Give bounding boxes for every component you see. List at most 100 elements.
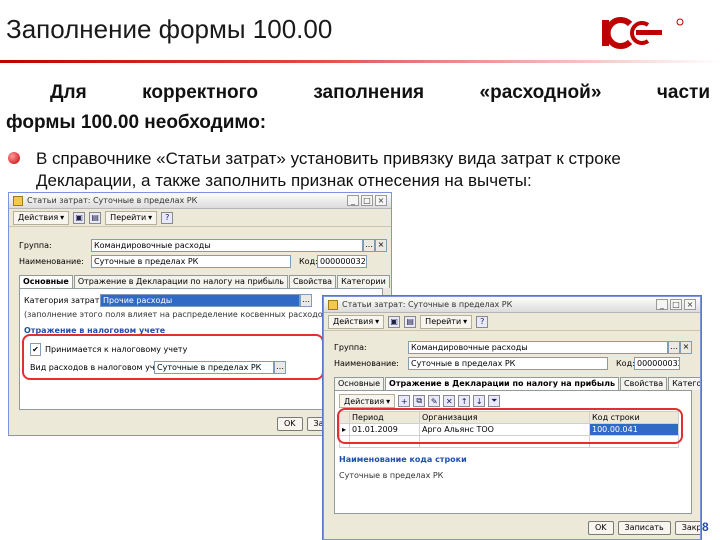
add-row-icon[interactable]: +: [398, 395, 411, 407]
group-label: Группа:: [334, 343, 367, 352]
category-row: Категория затрат: Прочие расходы …: [24, 294, 312, 307]
tab-strip: Основные Отражение в Декларации по налог…: [19, 275, 390, 288]
minimize-icon[interactable]: _: [656, 299, 668, 310]
maximize-icon[interactable]: □: [670, 299, 682, 310]
intro-paragraph: Для корректного заполнения «расходной» ч…: [6, 78, 710, 138]
copy-row-icon[interactable]: ⧉: [413, 395, 426, 407]
tab-panel: Действия ▾ + ⧉ ✎ ✕ ↑ ↓ ⏷ Период Организац…: [334, 390, 692, 514]
goto-menu-button[interactable]: Перейти ▾: [105, 210, 158, 225]
actions-menu-button[interactable]: Действия ▾: [13, 210, 70, 225]
bullet-text: В справочнике «Статьи затрат» установить…: [36, 149, 621, 190]
group-field[interactable]: Командировочные расходы: [408, 341, 668, 354]
window-title: Статьи затрат: Суточные в пределах РК: [342, 300, 513, 309]
intro-word: «расходной»: [479, 82, 602, 103]
goto-label: Перейти: [110, 213, 147, 222]
help-icon[interactable]: ?: [161, 211, 174, 224]
highlight-ring: [22, 334, 324, 380]
intro-word: заполнения: [313, 82, 425, 103]
page-number: 8: [702, 520, 709, 534]
tab-categories[interactable]: Категории: [668, 377, 700, 390]
window-toolbar: Действия ▾ ▣ ▤ Перейти ▾ ?: [324, 313, 700, 331]
code-field[interactable]: 000000032: [317, 255, 367, 268]
actions-label: Действия: [333, 317, 374, 326]
slide-title: Заполнение формы 100.00: [6, 14, 333, 44]
close-icon[interactable]: ×: [375, 195, 387, 206]
name-row: Наименование: Суточные в пределах РК Код…: [19, 255, 367, 268]
tab-declaration[interactable]: Отражение в Декларации по налогу на приб…: [73, 275, 288, 288]
category-field[interactable]: Прочие расходы: [100, 294, 300, 307]
chevron-down-icon: ▾: [375, 317, 380, 326]
window-bottom-bar: OK Записать Закрыть: [588, 521, 700, 535]
intro-word: корректного: [142, 82, 258, 103]
window-titlebar: Статьи затрат: Суточные в пределах РК _ …: [324, 297, 700, 313]
name-field[interactable]: Суточные в пределах РК: [408, 357, 608, 370]
ok-button[interactable]: OK: [588, 521, 614, 535]
folder-icon: [13, 195, 23, 206]
post-icon[interactable]: ▤: [89, 211, 102, 224]
select-button[interactable]: …: [300, 294, 312, 307]
edit-row-icon[interactable]: ✎: [428, 395, 441, 407]
clear-button[interactable]: ×: [680, 341, 692, 354]
save-button[interactable]: Записать: [617, 521, 671, 535]
post-icon[interactable]: ▤: [404, 315, 417, 328]
close-button[interactable]: Закрыть: [674, 521, 700, 535]
line-name-value: Суточные в пределах РК: [339, 471, 444, 480]
window-title: Статьи затрат: Суточные в пределах РК: [27, 196, 198, 205]
select-button[interactable]: …: [668, 341, 680, 354]
inner-actions-button[interactable]: Действия ▾: [339, 394, 396, 408]
inner-toolbar: Действия ▾ + ⧉ ✎ ✕ ↑ ↓ ⏷: [339, 394, 501, 408]
tab-main[interactable]: Основные: [334, 377, 385, 390]
filter-icon[interactable]: ⏷: [488, 395, 501, 407]
tab-properties[interactable]: Свойства: [620, 377, 668, 390]
save-icon[interactable]: ▣: [388, 315, 401, 328]
group-row: Группа: Командировочные расходы … ×: [19, 239, 387, 252]
minimize-icon[interactable]: _: [347, 195, 359, 206]
actions-label: Действия: [18, 213, 59, 222]
line-name-group-title: Наименование кода строки: [339, 455, 467, 464]
code-field[interactable]: 000000032: [634, 357, 680, 370]
cost-items-window-declaration: Статьи затрат: Суточные в пределах РК _ …: [323, 296, 701, 540]
name-label: Наименование:: [19, 257, 84, 266]
group-field[interactable]: Командировочные расходы: [91, 239, 363, 252]
chevron-down-icon: ▾: [60, 213, 65, 222]
ok-button[interactable]: OK: [277, 417, 303, 431]
tab-main[interactable]: Основные: [19, 275, 73, 288]
name-row: Наименование: Суточные в пределах РК Код…: [334, 357, 680, 370]
actions-menu-button[interactable]: Действия ▾: [328, 314, 385, 329]
maximize-icon[interactable]: □: [361, 195, 373, 206]
group-row: Группа: Командировочные расходы … ×: [334, 341, 692, 354]
clear-button[interactable]: ×: [375, 239, 387, 252]
move-down-icon[interactable]: ↓: [473, 395, 486, 407]
intro-line-1: Для корректного заполнения «расходной» ч…: [6, 78, 710, 108]
tab-properties[interactable]: Свойства: [288, 275, 337, 288]
intro-line-2: формы 100.00 необходимо:: [6, 112, 267, 133]
chevron-down-icon: ▾: [463, 317, 468, 326]
select-button[interactable]: …: [363, 239, 375, 252]
folder-icon: [328, 299, 338, 310]
category-label: Категория затрат:: [24, 296, 103, 305]
goto-menu-button[interactable]: Перейти ▾: [420, 314, 473, 329]
tab-categories[interactable]: Категории: [337, 275, 390, 288]
goto-label: Перейти: [425, 317, 462, 326]
name-field[interactable]: Суточные в пределах РК: [91, 255, 291, 268]
save-icon[interactable]: ▣: [73, 211, 86, 224]
delete-row-icon[interactable]: ✕: [443, 395, 456, 407]
highlight-ring: [337, 408, 683, 444]
window-titlebar: Статьи затрат: Суточные в пределах РК _ …: [9, 193, 391, 209]
chevron-down-icon: ▾: [386, 396, 391, 406]
help-icon[interactable]: ?: [476, 315, 489, 328]
close-icon[interactable]: ×: [684, 299, 696, 310]
move-up-icon[interactable]: ↑: [458, 395, 471, 407]
intro-word: Для: [50, 82, 87, 103]
category-hint: (заполнение этого поля влияет на распред…: [24, 310, 331, 319]
tab-declaration[interactable]: Отражение в Декларации по налогу на приб…: [385, 377, 620, 390]
group-label: Группа:: [19, 241, 52, 250]
logo-1c: [602, 17, 684, 49]
tab-strip: Основные Отражение в Декларации по налог…: [334, 377, 700, 390]
intro-word: части: [656, 82, 710, 103]
chevron-down-icon: ▾: [148, 213, 153, 222]
code-label: Код:: [299, 257, 318, 266]
name-label: Наименование:: [334, 359, 399, 368]
header-band: Заполнение формы 100.00: [0, 0, 720, 63]
header-divider: [0, 60, 720, 63]
